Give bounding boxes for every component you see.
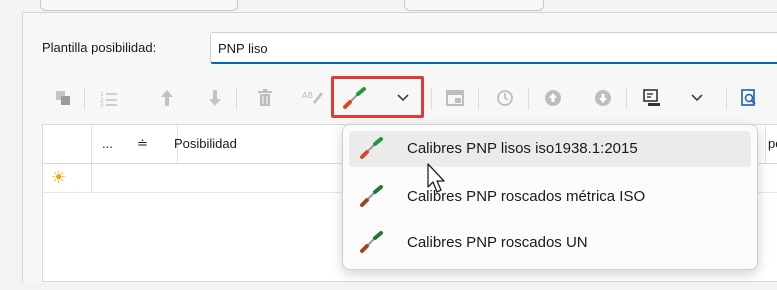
- mouse-cursor-icon: [427, 163, 445, 193]
- circle-down-icon[interactable]: [590, 80, 616, 116]
- gauge-icon: [360, 137, 383, 159]
- header-cell-selector: [43, 125, 92, 163]
- menu-item-metrica[interactable]: Calibres PNP roscados métrica ISO: [349, 179, 751, 215]
- tab-strip: [0, 0, 777, 12]
- circle-up-icon[interactable]: [540, 80, 566, 116]
- spellcheck-icon[interactable]: AB: [300, 80, 326, 116]
- template-label: Plantilla posibilidad:: [42, 40, 157, 55]
- gauge-icon: [360, 185, 383, 207]
- svg-text:AB: AB: [302, 91, 313, 100]
- separator: [236, 88, 237, 110]
- new-row-icon: ☀: [51, 168, 67, 187]
- row-divider: [91, 164, 92, 192]
- separator: [626, 88, 627, 110]
- template-input[interactable]: PNP liso: [210, 32, 777, 64]
- numbered-list-icon[interactable]: 123: [96, 80, 122, 116]
- dropdown-menu: Calibres PNP lisos iso1938.1:2015 Calibr…: [342, 124, 758, 270]
- menu-item-label: Calibres PNP roscados UN: [407, 234, 588, 251]
- separator: [528, 88, 529, 110]
- gauge-icon: [360, 231, 383, 253]
- layout-icon[interactable]: [640, 80, 666, 116]
- menu-item-label: Calibres PNP lisos iso1938.1:2015: [407, 140, 638, 157]
- copy-icon[interactable]: [50, 80, 76, 116]
- separator: [726, 88, 727, 110]
- arrow-up-icon[interactable]: [154, 80, 180, 116]
- separator: [431, 88, 432, 110]
- svg-text:3: 3: [100, 102, 104, 107]
- separator: [478, 88, 479, 110]
- arrow-down-icon[interactable]: [202, 80, 228, 116]
- separator: [84, 88, 85, 110]
- tab-left[interactable]: [40, 0, 238, 11]
- chevron-down-icon[interactable]: [684, 80, 710, 116]
- header-cell-partial[interactable]: pe: [765, 125, 777, 163]
- trash-icon[interactable]: [252, 80, 278, 116]
- history-icon[interactable]: [492, 80, 518, 116]
- template-value: PNP liso: [218, 41, 268, 56]
- preview-icon[interactable]: [736, 80, 762, 116]
- window-icon[interactable]: [442, 80, 468, 116]
- menu-item-un[interactable]: Calibres PNP roscados UN: [349, 225, 751, 261]
- highlight-box: [331, 76, 424, 118]
- menu-item-lisos[interactable]: Calibres PNP lisos iso1938.1:2015: [349, 131, 751, 167]
- header-cell-posibilidad[interactable]: Posibilidad: [164, 125, 354, 163]
- tab-middle[interactable]: [404, 0, 544, 11]
